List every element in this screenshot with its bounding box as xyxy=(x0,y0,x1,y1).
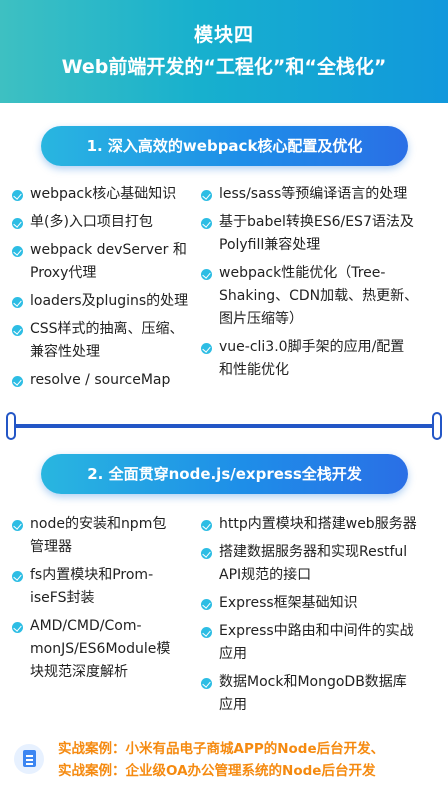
list-item-text: webpack性能优化（Tree- xyxy=(219,265,386,281)
list-item: 搭建数据服务器和实现Restful API规范的接口 xyxy=(201,541,441,587)
list-item: webpack性能优化（Tree- Shaking、CDN加载、热更新、 图片压缩等… xyxy=(201,262,441,331)
divider-bar xyxy=(10,424,438,428)
list-item-text: node的安装和npm包 xyxy=(30,516,167,532)
list-item: webpack devServer 和 Proxy代理 xyxy=(12,239,222,285)
list-item-text: CSS样式的抽离、压缩、 xyxy=(30,321,184,337)
list-item-text: http内置模块和搭建web服务器 xyxy=(219,516,417,532)
list-item-text: 管理器 xyxy=(30,539,72,555)
list-item-text: 应用 xyxy=(219,646,247,662)
check-circle-icon xyxy=(201,520,212,531)
list-item: vue-cli3.0脚手架的应用/配置 和性能优化 xyxy=(201,336,441,382)
check-circle-icon xyxy=(201,190,212,201)
section2-right-list: http内置模块和搭建web服务器 搭建数据服务器和实现Restful API规范的… xyxy=(201,513,441,722)
check-circle-icon xyxy=(201,678,212,689)
section1-right-list: less/sass等预编译语言的处理 基于babel转换ES6/ES7语法及 Pol… xyxy=(201,183,441,387)
check-circle-icon xyxy=(201,599,212,610)
list-item-text: Express框架基础知识 xyxy=(219,595,358,611)
list-item: node的安装和npm包 管理器 xyxy=(12,513,222,559)
list-item: http内置模块和搭建web服务器 xyxy=(201,513,441,536)
check-circle-icon xyxy=(12,246,23,257)
check-circle-icon xyxy=(201,343,212,354)
check-circle-icon xyxy=(12,376,23,387)
list-item: less/sass等预编译语言的处理 xyxy=(201,183,441,206)
list-item-text: Proxy代理 xyxy=(30,265,97,281)
list-item-text: iseFS封装 xyxy=(30,590,95,606)
list-item: CSS样式的抽离、压缩、 兼容性处理 xyxy=(12,318,222,364)
check-circle-icon xyxy=(201,548,212,559)
list-item-text: Express中路由和中间件的实战 xyxy=(219,623,414,639)
list-item: webpack核心基础知识 xyxy=(12,183,222,206)
list-item-text: 块规范深度解析 xyxy=(30,664,128,680)
divider-left-cap xyxy=(6,412,16,440)
list-item: Express中路由和中间件的实战 应用 xyxy=(201,620,441,666)
list-item-text: loaders及plugins的处理 xyxy=(30,293,189,309)
check-circle-icon xyxy=(12,297,23,308)
section1-left-list: webpack核心基础知识 单(多)入口项目打包 webpack devServer… xyxy=(12,183,222,397)
case-study-2: 实战案例：企业级OA办公管理系统的Node后台开发 xyxy=(58,763,376,779)
list-item-text: 数据Mock和MongoDB数据库 xyxy=(219,674,407,690)
list-item-text: Shaking、CDN加载、热更新、 xyxy=(219,288,419,304)
check-circle-icon xyxy=(12,190,23,201)
list-item-text: fs内置模块和Prom- xyxy=(30,567,154,583)
list-item-text: less/sass等预编译语言的处理 xyxy=(219,186,408,202)
list-item: fs内置模块和Prom-iseFS封装 xyxy=(12,564,222,610)
module-subtitle: Web前端开发的“工程化”和“全栈化” xyxy=(61,56,387,78)
document-icon xyxy=(14,744,44,774)
list-item-text: AMD/CMD/Com- xyxy=(30,618,142,634)
list-item-text: 图片压缩等） xyxy=(219,311,303,327)
check-circle-icon xyxy=(12,622,23,633)
case-studies: 实战案例：小米有品电子商城APP的Node后台开发、 实战案例：企业级OA办公管… xyxy=(14,736,434,780)
case-study-1: 实战案例：小米有品电子商城APP的Node后台开发、 xyxy=(58,741,385,757)
list-item-text: monJS/ES6Module模 xyxy=(30,641,171,657)
divider-right-cap xyxy=(432,412,442,440)
list-item: AMD/CMD/Com-monJS/ES6Module模 块规范深度解析 xyxy=(12,615,222,684)
check-circle-icon xyxy=(201,269,212,280)
section2-left-list: node的安装和npm包 管理器 fs内置模块和Prom-iseFS封装 AMD/CM… xyxy=(12,513,222,689)
list-item-text: 和性能优化 xyxy=(219,362,289,378)
check-circle-icon xyxy=(201,218,212,229)
list-item-text: API规范的接口 xyxy=(219,567,312,583)
list-item-text: 兼容性处理 xyxy=(30,344,100,360)
section1-title: 1. 深入高效的webpack核心配置及优化 xyxy=(41,126,408,166)
check-circle-icon xyxy=(12,571,23,582)
list-item-text: webpack核心基础知识 xyxy=(30,186,177,202)
section-divider xyxy=(0,412,448,440)
check-circle-icon xyxy=(12,325,23,336)
list-item-text: 基于babel转换ES6/ES7语法及 xyxy=(219,214,414,230)
list-item-text: 搭建数据服务器和实现Restful xyxy=(219,544,408,560)
list-item: Express框架基础知识 xyxy=(201,592,441,615)
check-circle-icon xyxy=(12,218,23,229)
module-title: 模块四 xyxy=(193,24,254,46)
list-item-text: 单(多)入口项目打包 xyxy=(30,214,153,230)
list-item: 数据Mock和MongoDB数据库 应用 xyxy=(201,671,441,717)
list-item-text: vue-cli3.0脚手架的应用/配置 xyxy=(219,339,405,355)
list-item: 单(多)入口项目打包 xyxy=(12,211,222,234)
module-header: 模块四 Web前端开发的“工程化”和“全栈化” xyxy=(0,0,448,103)
list-item-text: 应用 xyxy=(219,697,247,713)
list-item-text: resolve / sourceMap xyxy=(30,372,171,388)
check-circle-icon xyxy=(201,627,212,638)
list-item: 基于babel转换ES6/ES7语法及 Polyfill兼容处理 xyxy=(201,211,441,257)
list-item-text: Polyfill兼容处理 xyxy=(219,237,321,253)
section2-title: 2. 全面贯穿node.js/express全栈开发 xyxy=(41,454,408,494)
list-item-text: webpack devServer 和 xyxy=(30,242,187,258)
check-circle-icon xyxy=(12,520,23,531)
list-item: resolve / sourceMap xyxy=(12,369,222,392)
list-item: loaders及plugins的处理 xyxy=(12,290,222,313)
